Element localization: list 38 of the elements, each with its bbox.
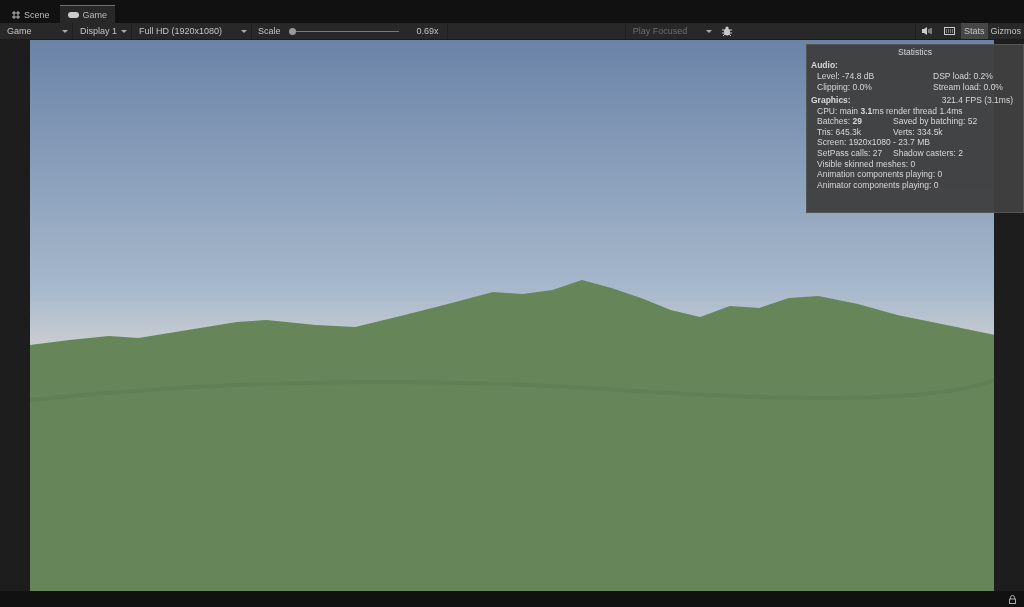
- caret-icon: [62, 29, 68, 33]
- resolution-dropdown[interactable]: Full HD (1920x1080): [132, 23, 252, 40]
- scale-label: Scale: [258, 26, 281, 37]
- stat-text: Animation components playing: 0: [817, 169, 943, 180]
- gizmos-button[interactable]: Gizmos: [987, 23, 1024, 40]
- scale-reading: 0.69x: [416, 26, 439, 37]
- tab[interactable]: Scene: [4, 6, 58, 24]
- slider-handle[interactable]: [288, 27, 296, 35]
- stat-text: SetPass calls: 27: [817, 147, 884, 159]
- keyboard-icon[interactable]: [944, 27, 955, 36]
- stat-text: Tris: 645.3k: [817, 126, 863, 138]
- statistics-title: Statistics: [897, 47, 933, 58]
- bug-icon[interactable]: [721, 26, 732, 37]
- caret-icon: [121, 29, 127, 33]
- stat-text: Shadow casters: 2: [893, 147, 963, 159]
- stat-text: Screen: 1920x1080 - 23.7 MB: [817, 137, 930, 148]
- stat-text: Visible skinned meshes: 0: [817, 158, 916, 170]
- stat-text: DSP load: 0.2%: [933, 71, 993, 82]
- stat-text: CPU: main 3.1ms render thread 1.4ms: [817, 105, 963, 117]
- caret-icon: [241, 29, 247, 33]
- section-heading: Audio:: [811, 60, 838, 71]
- stats-button[interactable]: Stats: [961, 23, 988, 40]
- stat-text: Saved by batching: 52: [893, 116, 978, 127]
- caret-icon: [705, 29, 712, 33]
- section-heading: Graphics:: [811, 94, 851, 105]
- tab[interactable]: Game: [59, 5, 116, 24]
- stat-text: Verts: 334.5k: [893, 126, 943, 138]
- grid-icon: [12, 10, 20, 19]
- display-dropdown[interactable]: Display 1: [73, 23, 132, 40]
- lock-icon: [1009, 594, 1016, 604]
- view-dropdown[interactable]: Game: [0, 23, 73, 40]
- stat-text: Level: -74.8 dB: [817, 71, 876, 82]
- stat-text: Stream load: 0.0%: [933, 82, 1003, 93]
- fps-reading: 321.4 FPS (3.1ms): [941, 94, 1013, 105]
- stat-text: Animator components playing: 0: [817, 179, 939, 191]
- stat-text: Clipping: 0.0%: [817, 82, 873, 93]
- stat-text: Batches: 29: [817, 116, 863, 127]
- speaker-icon[interactable]: [922, 27, 932, 36]
